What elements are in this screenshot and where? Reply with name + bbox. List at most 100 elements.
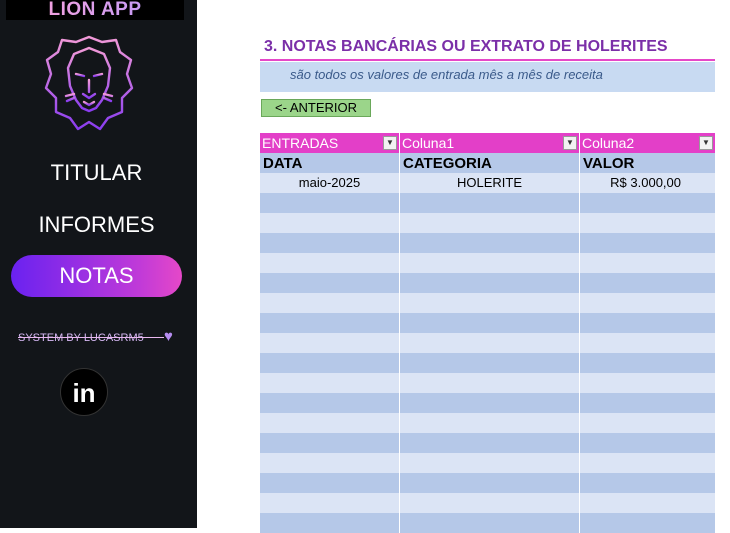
cell-valor[interactable]: [580, 433, 715, 453]
column-header-data: DATA: [260, 153, 400, 173]
cell-valor[interactable]: [580, 333, 715, 353]
cell-valor[interactable]: [580, 233, 715, 253]
cell-categoria[interactable]: [400, 293, 580, 313]
cell-data[interactable]: [260, 313, 400, 333]
cell-valor[interactable]: [580, 453, 715, 473]
table-row: [260, 473, 715, 493]
cell-data[interactable]: [260, 213, 400, 233]
cell-categoria[interactable]: [400, 253, 580, 273]
nav-item-informes[interactable]: INFORMES: [11, 204, 182, 246]
table-row: [260, 213, 715, 233]
table-row: maio-2025 HOLERITE R$ 3.000,00: [260, 173, 715, 193]
table-row: [260, 193, 715, 213]
table-row: [260, 453, 715, 473]
cell-data[interactable]: [260, 513, 400, 533]
table-row: [260, 253, 715, 273]
cell-valor[interactable]: [580, 393, 715, 413]
cell-data[interactable]: [260, 353, 400, 373]
cell-data[interactable]: [260, 233, 400, 253]
credit-text: SYSTEM BY LUCASRM5: [18, 332, 144, 344]
table-row: [260, 313, 715, 333]
cell-categoria[interactable]: [400, 273, 580, 293]
filter-header-coluna1: Coluna1 ▼: [400, 133, 580, 153]
table-row: [260, 353, 715, 373]
table-row: [260, 233, 715, 253]
cell-categoria[interactable]: [400, 193, 580, 213]
cell-data[interactable]: [260, 473, 400, 493]
table-row: [260, 273, 715, 293]
cell-categoria[interactable]: [400, 513, 580, 533]
entries-table: ENTRADAS ▼ Coluna1 ▼ Coluna2 ▼ DATA CATEGOR…: [260, 133, 715, 533]
title-underline: [260, 59, 715, 61]
table-row: [260, 513, 715, 533]
column-header-row: DATA CATEGORIA VALOR: [260, 153, 715, 173]
app-title: LION APP: [6, 0, 184, 20]
cell-data[interactable]: [260, 413, 400, 433]
filter-dropdown-icon[interactable]: ▼: [699, 136, 713, 150]
table-row: [260, 293, 715, 313]
cell-categoria[interactable]: [400, 373, 580, 393]
cell-categoria[interactable]: [400, 453, 580, 473]
cell-data[interactable]: [260, 273, 400, 293]
table-row: [260, 393, 715, 413]
cell-valor[interactable]: [580, 213, 715, 233]
page-subtitle: são todos os valores de entrada mês a mê…: [260, 62, 715, 92]
nav-item-notas[interactable]: NOTAS: [11, 255, 182, 297]
cell-data[interactable]: [260, 373, 400, 393]
cell-data[interactable]: [260, 333, 400, 353]
cell-valor[interactable]: [580, 353, 715, 373]
table-body: maio-2025 HOLERITE R$ 3.000,00: [260, 173, 715, 533]
cell-data[interactable]: [260, 433, 400, 453]
cell-data[interactable]: [260, 193, 400, 213]
cell-categoria[interactable]: [400, 353, 580, 373]
nav-item-titular[interactable]: TITULAR: [11, 152, 182, 194]
cell-categoria[interactable]: [400, 233, 580, 253]
table-row: [260, 373, 715, 393]
cell-data[interactable]: maio-2025: [260, 173, 400, 193]
cell-categoria[interactable]: [400, 313, 580, 333]
cell-categoria[interactable]: [400, 213, 580, 233]
heart-icon: ♥: [164, 328, 173, 345]
linkedin-icon[interactable]: in: [60, 368, 108, 416]
cell-data[interactable]: [260, 453, 400, 473]
cell-valor[interactable]: R$ 3.000,00: [580, 173, 715, 193]
previous-button[interactable]: <- ANTERIOR: [261, 99, 371, 117]
cell-valor[interactable]: [580, 313, 715, 333]
credit-line: SYSTEM BY LUCASRM5 ♥: [18, 328, 188, 346]
cell-valor[interactable]: [580, 373, 715, 393]
cell-valor[interactable]: [580, 193, 715, 213]
cell-data[interactable]: [260, 293, 400, 313]
cell-valor[interactable]: [580, 293, 715, 313]
cell-valor[interactable]: [580, 513, 715, 533]
table-row: [260, 413, 715, 433]
page-title: 3. NOTAS BANCÁRIAS OU EXTRATO DE HOLERIT…: [264, 38, 668, 55]
filter-dropdown-icon[interactable]: ▼: [383, 136, 397, 150]
cell-data[interactable]: [260, 493, 400, 513]
cell-valor[interactable]: [580, 253, 715, 273]
column-header-categoria: CATEGORIA: [400, 153, 580, 173]
cell-categoria[interactable]: [400, 493, 580, 513]
sidebar: LION APP TITULAR INFORMES NOTAS SYSTEM B…: [0, 0, 197, 528]
column-header-valor: VALOR: [580, 153, 715, 173]
filter-header-coluna2: Coluna2 ▼: [580, 133, 715, 153]
cell-categoria[interactable]: [400, 333, 580, 353]
cell-categoria[interactable]: HOLERITE: [400, 173, 580, 193]
cell-categoria[interactable]: [400, 433, 580, 453]
cell-valor[interactable]: [580, 473, 715, 493]
strike-line: [18, 337, 164, 338]
cell-valor[interactable]: [580, 273, 715, 293]
filter-header-entradas: ENTRADAS ▼: [260, 133, 400, 153]
table-row: [260, 333, 715, 353]
cell-categoria[interactable]: [400, 473, 580, 493]
cell-categoria[interactable]: [400, 413, 580, 433]
cell-data[interactable]: [260, 393, 400, 413]
cell-valor[interactable]: [580, 413, 715, 433]
cell-categoria[interactable]: [400, 393, 580, 413]
cell-data[interactable]: [260, 253, 400, 273]
filter-dropdown-icon[interactable]: ▼: [563, 136, 577, 150]
table-row: [260, 433, 715, 453]
lion-head-icon: [44, 35, 134, 131]
table-row: [260, 493, 715, 513]
cell-valor[interactable]: [580, 493, 715, 513]
filter-header-row: ENTRADAS ▼ Coluna1 ▼ Coluna2 ▼: [260, 133, 715, 153]
